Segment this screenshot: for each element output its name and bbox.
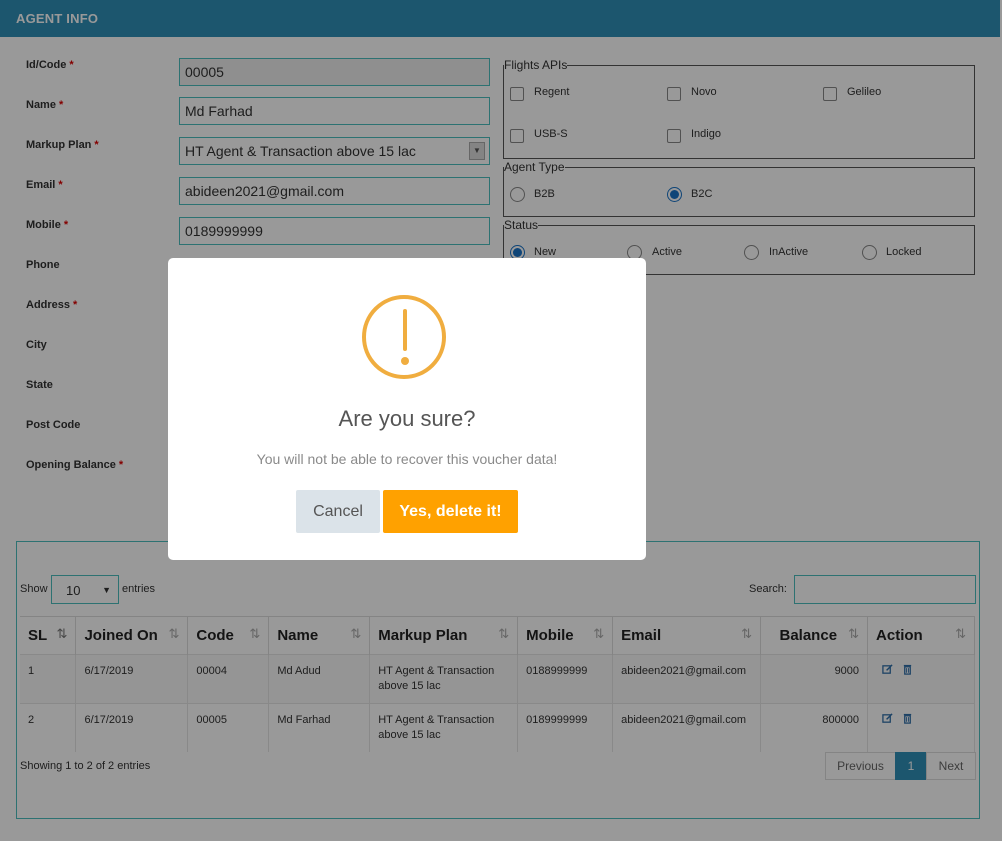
confirm-delete-button[interactable]: Yes, delete it! (383, 490, 518, 533)
confirm-delete-dialog: Are you sure? You will not be able to re… (168, 258, 646, 560)
warning-icon (362, 295, 446, 379)
cancel-button[interactable]: Cancel (296, 490, 380, 533)
warning-icon-dot (401, 357, 409, 365)
dialog-title: Are you sure? (338, 406, 476, 431)
dialog-message: You will not be able to recover this vou… (256, 451, 558, 467)
warning-icon-bar (403, 309, 407, 351)
